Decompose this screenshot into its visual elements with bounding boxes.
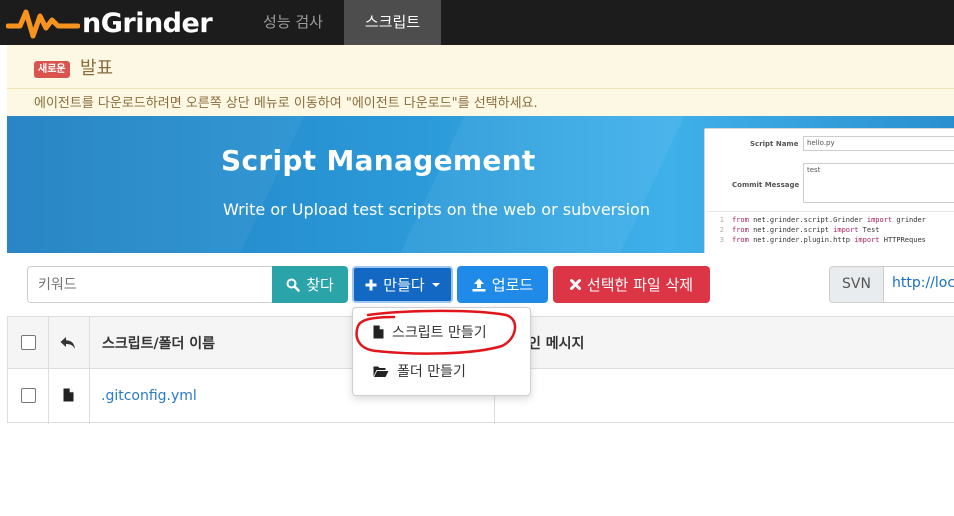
search-icon	[286, 278, 300, 292]
svn-url-field[interactable]: http://loca	[883, 266, 954, 303]
create-button-label: 만들다	[383, 276, 425, 294]
code-line: 3 from net.grinder.plugin.http import HTT…	[719, 236, 926, 244]
top-navbar: nGrinder 성능 검사 스크립트	[0, 0, 954, 45]
mock-commit-field: test	[803, 163, 954, 203]
delete-button-label: 선택한 파일 삭제	[586, 276, 694, 294]
svn-label: SVN	[829, 266, 884, 303]
menu-item-label: 스크립트 만들기	[392, 325, 487, 341]
menu-item-label: 폴더 만들기	[397, 364, 466, 380]
menu-item-create-script[interactable]: 스크립트 만들기	[373, 322, 487, 342]
close-icon	[569, 279, 581, 290]
file-name-link[interactable]: .gitconfig.yml	[101, 388, 197, 404]
banner-decoration	[7, 116, 319, 253]
delete-selected-button[interactable]: 선택한 파일 삭제	[553, 266, 710, 303]
menu-item-create-folder[interactable]: 폴더 만들기	[373, 361, 466, 381]
column-header-commit-message[interactable]: 인 메시지	[528, 333, 584, 353]
new-badge: 새로운	[34, 61, 70, 78]
code-line: 1 from net.grinder.script.Grinder import …	[719, 216, 926, 224]
code-line: 2 from net.grinder.script import Test	[719, 226, 880, 234]
announcement-divider	[7, 88, 954, 89]
search-button-label: 찾다	[306, 276, 334, 294]
column-header-name[interactable]: 스크립트/폴더 이름	[102, 333, 215, 353]
mock-code-editor: 1 from net.grinder.script.Grinder import …	[708, 211, 954, 253]
nav-performance-test[interactable]: 성능 검사	[250, 0, 336, 45]
upload-button[interactable]: 업로드	[457, 266, 548, 303]
ngrinder-logo[interactable]: nGrinder	[6, 4, 213, 42]
pulse-logo-icon	[6, 9, 80, 39]
row-checkbox[interactable]	[21, 388, 36, 403]
select-all-checkbox[interactable]	[21, 335, 36, 350]
chevron-down-icon	[431, 282, 440, 287]
editor-preview-image: Script Name hello.py Commit Message test…	[704, 128, 954, 253]
upload-button-label: 업로드	[491, 276, 534, 294]
mock-script-name-label: Script Name	[750, 140, 799, 148]
banner-title: Script Management	[221, 144, 536, 177]
announcement-message: 에이전트를 다운로드하려면 오른쪽 상단 메뉴로 이동하여 "에이전트 다운로드…	[34, 96, 538, 111]
announcement-title: 발표	[80, 58, 114, 79]
nav-script[interactable]: 스크립트	[344, 0, 441, 45]
file-icon	[63, 388, 74, 402]
announcement-panel: 새로운 발표 에이전트를 다운로드하려면 오른쪽 상단 메뉴로 이동하여 "에이…	[7, 45, 954, 116]
folder-open-icon	[373, 366, 389, 377]
column-divider	[48, 317, 49, 424]
create-dropdown-menu: 스크립트 만들기 폴더 만들기	[352, 307, 531, 396]
app-name: nGrinder	[82, 7, 213, 39]
mock-commit-label: Commit Message	[732, 181, 800, 189]
keyword-search-input[interactable]	[27, 266, 272, 303]
script-management-banner: Script Management Write or Upload test s…	[7, 116, 954, 253]
mock-script-name-field: hello.py	[803, 136, 954, 151]
create-dropdown-button[interactable]: 만들다	[352, 266, 453, 303]
column-divider	[89, 317, 90, 424]
reply-icon[interactable]	[60, 336, 76, 350]
plus-icon	[365, 279, 377, 290]
banner-subtitle: Write or Upload test scripts on the web …	[223, 200, 650, 219]
banner-decoration	[375, 116, 699, 253]
upload-icon	[472, 278, 486, 291]
search-button[interactable]: 찾다	[272, 266, 348, 303]
file-icon	[373, 325, 384, 339]
